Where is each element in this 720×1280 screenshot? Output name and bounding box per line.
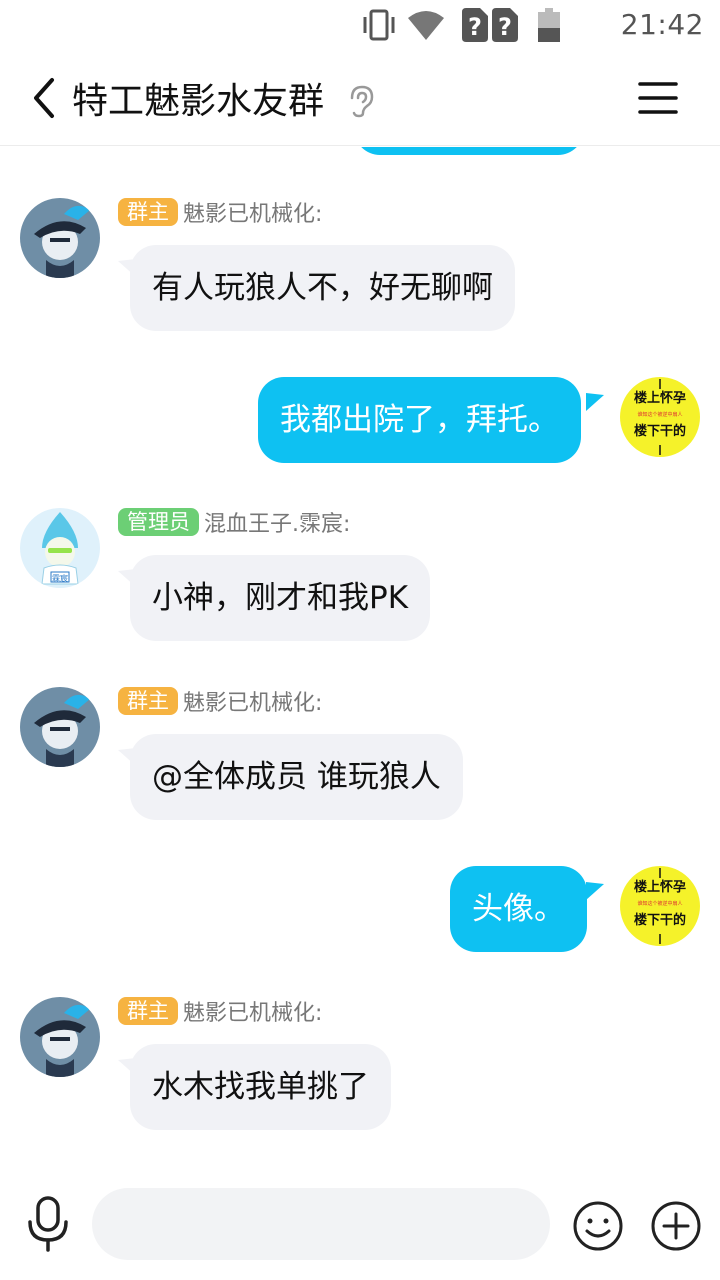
- status-time: 21:42: [620, 8, 704, 41]
- sticker-top-text: 楼上怀孕: [634, 879, 686, 895]
- message-bubble[interactable]: 水木找我单挑了: [130, 1044, 391, 1130]
- battery-low-icon: [538, 8, 560, 42]
- pirate-avatar[interactable]: [20, 687, 100, 767]
- plus-circle-icon[interactable]: [650, 1200, 702, 1252]
- sticker-bottom-text: 楼下干的: [634, 423, 686, 439]
- sticker-middle-text: 谁知这个被逆中扇人: [637, 411, 682, 418]
- avatar-tag-text: 霖宸: [52, 573, 68, 583]
- menu-icon[interactable]: [636, 78, 680, 118]
- sender-name[interactable]: 魅影已机械化:: [183, 995, 322, 1027]
- owner-badge: 群主: [118, 997, 178, 1025]
- sender-name[interactable]: 魅影已机械化:: [183, 685, 322, 717]
- message-bubble[interactable]: @全体成员 谁玩狼人: [130, 734, 463, 820]
- sender-line: 管理员 混血王子.霂宸:: [118, 507, 350, 537]
- bubble-tail: [586, 882, 604, 900]
- status-bar: ? ? 21:42: [0, 0, 720, 50]
- pirate-avatar[interactable]: [20, 997, 100, 1077]
- earpiece-icon[interactable]: [346, 84, 376, 118]
- message-input[interactable]: [92, 1188, 550, 1260]
- message-bubble[interactable]: 小神，刚才和我PK: [130, 555, 431, 641]
- owner-badge: 群主: [118, 198, 178, 226]
- sender-line: 群主 魅影已机械化:: [118, 996, 322, 1026]
- sim-unknown-icon: ?: [492, 8, 518, 42]
- smiley-icon[interactable]: [572, 1200, 624, 1252]
- sim-unknown-icon: ?: [462, 8, 488, 42]
- title-bar: 特工魅影水友群: [0, 50, 720, 146]
- wifi-icon: [408, 11, 444, 40]
- chibi-avatar[interactable]: 霖宸: [20, 508, 100, 588]
- sender-line: 群主 魅影已机械化:: [118, 197, 322, 227]
- message-bubble[interactable]: 头像。: [450, 866, 587, 952]
- bubble-tail: [586, 393, 604, 411]
- sticker-top-text: 楼上怀孕: [634, 390, 686, 406]
- chat-title[interactable]: 特工魅影水友群: [72, 72, 324, 124]
- message-list[interactable]: 群主 魅影已机械化: 有人玩狼人不，好无聊啊 我都出院了，拜托。 楼上怀孕 谁知…: [0, 147, 720, 1170]
- svg-text:?: ?: [498, 13, 512, 41]
- vibrate-icon: [363, 9, 395, 41]
- message-bubble[interactable]: 有人玩狼人不，好无聊啊: [130, 245, 515, 331]
- sticker-bottom-text: 楼下干的: [634, 912, 686, 928]
- message-bubble[interactable]: 我都出院了，拜托。: [258, 377, 581, 463]
- sticker-avatar[interactable]: 楼上怀孕 谁知这个被逆中扇人 楼下干的: [620, 377, 700, 457]
- owner-badge: 群主: [118, 687, 178, 715]
- sticker-avatar[interactable]: 楼上怀孕 谁知这个被逆中扇人 楼下干的: [620, 866, 700, 946]
- sender-name[interactable]: 混血王子.霂宸:: [204, 506, 350, 538]
- previous-message-bubble[interactable]: [354, 147, 584, 155]
- svg-text:?: ?: [468, 13, 482, 41]
- microphone-icon[interactable]: [26, 1196, 70, 1252]
- sticker-middle-text: 谁知这个被逆中扇人: [637, 900, 682, 907]
- admin-badge: 管理员: [118, 508, 199, 536]
- pirate-avatar[interactable]: [20, 198, 100, 278]
- chevron-left-icon[interactable]: [22, 74, 70, 122]
- input-bar: [0, 1170, 720, 1280]
- sender-name[interactable]: 魅影已机械化:: [183, 196, 322, 228]
- sender-line: 群主 魅影已机械化:: [118, 686, 322, 716]
